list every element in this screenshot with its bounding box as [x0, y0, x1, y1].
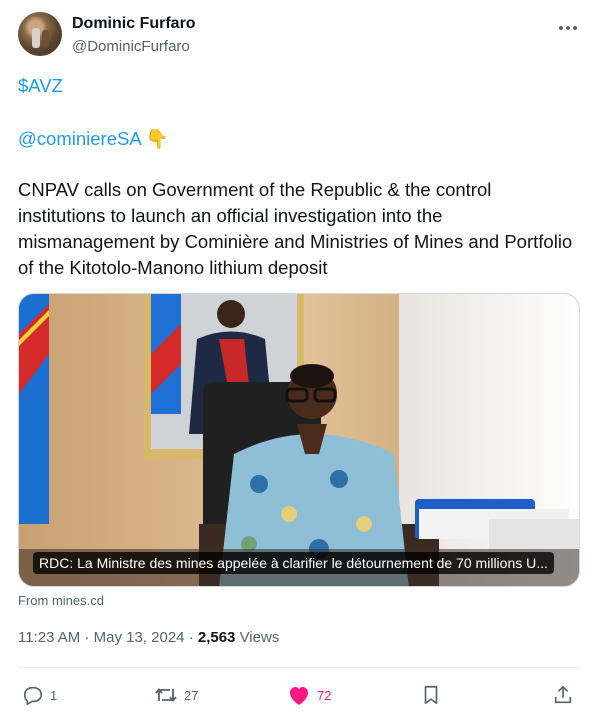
link-card-title[interactable]: RDC: La Ministre des mines appelée à cla…	[33, 552, 554, 574]
reply-icon	[23, 686, 43, 706]
mention-link[interactable]: @cominiereSA	[18, 128, 141, 149]
minister-office-photo	[19, 294, 579, 586]
views-count: 2,563	[197, 629, 236, 646]
reply-button[interactable]: 1	[22, 680, 57, 710]
tweet-meta: 11:23 AM · May 13, 2024 · 2,563 Views	[18, 629, 279, 646]
share-icon	[554, 685, 572, 704]
author-handle[interactable]: @DominicFurfaro	[72, 38, 190, 55]
link-source[interactable]: From mines.cd	[18, 593, 104, 608]
tweet-body: CNPAV calls on Government of the Republi…	[18, 179, 573, 278]
tweet-time[interactable]: 11:23 AM	[18, 629, 80, 646]
divider	[18, 667, 580, 668]
like-count: 72	[317, 687, 332, 703]
more-options-icon[interactable]	[556, 18, 580, 38]
author-name[interactable]: Dominic Furfaro	[72, 15, 196, 33]
repost-icon	[155, 688, 177, 702]
tweet-date[interactable]: May 13, 2024	[94, 629, 185, 646]
bookmark-icon	[424, 685, 438, 705]
bookmark-button[interactable]	[420, 680, 442, 710]
repost-button[interactable]: 27	[154, 680, 198, 710]
meta-separator: ·	[80, 629, 94, 646]
cashtag-link[interactable]: $AVZ	[18, 73, 580, 99]
mention-line: @cominiereSA 👇	[18, 126, 580, 152]
like-button[interactable]: 72	[287, 680, 331, 710]
heart-icon	[290, 687, 308, 705]
repost-count: 27	[184, 687, 199, 703]
views-label: Views	[235, 629, 280, 646]
meta-separator: ·	[184, 629, 198, 646]
action-bar: 1 27 72	[18, 680, 580, 710]
pointing-down-emoji: 👇	[145, 128, 169, 149]
share-button[interactable]	[552, 680, 574, 710]
link-card-image[interactable]: RDC: La Ministre des mines appelée à cla…	[18, 293, 580, 587]
tweet-header: Dominic Furfaro @DominicFurfaro	[18, 12, 580, 60]
reply-count: 1	[50, 687, 58, 703]
avatar[interactable]	[18, 12, 62, 56]
